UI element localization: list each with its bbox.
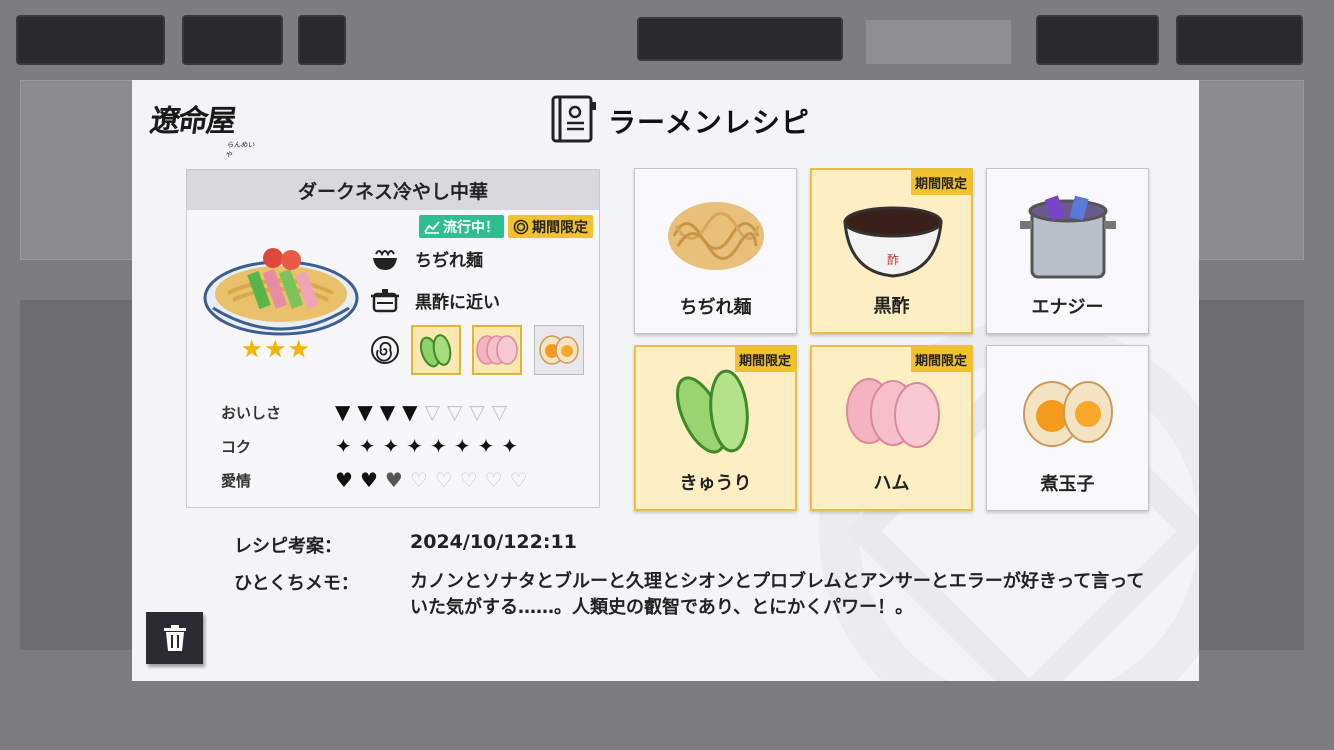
ingredient-name: ハム — [873, 473, 910, 494]
soup-pot-icon — [369, 284, 401, 316]
heart-icon: ♡ — [459, 468, 478, 492]
ramen-bowl-image — [203, 238, 359, 348]
noodle-bowl-icon — [369, 242, 401, 274]
stat-label-richness: コク — [221, 438, 252, 456]
stat-label-love: 愛情 — [221, 472, 252, 490]
heart-icon: ♡ — [434, 468, 453, 492]
sparkle-icon: ✦ — [358, 434, 376, 458]
memo-text: カノンとソナタとブルーと久理とシオンとプロブレムとアンサーとエラーが好きって言っ… — [410, 571, 1145, 618]
sparkle-icon: ✦ — [335, 434, 352, 458]
background-button — [1176, 15, 1303, 65]
ingredient-card[interactable]: ちぢれ麺 — [634, 168, 797, 334]
topping-ham — [472, 325, 522, 375]
bowl-icon: ▽ — [469, 400, 485, 424]
trend-chart-icon — [424, 220, 440, 234]
background-button — [16, 15, 165, 65]
bowl-icon: ▽ — [446, 400, 463, 424]
stat-richness-meter: ✦ ✦ ✦ ✦ ✦ ✦ ✦ ✦ — [335, 435, 518, 457]
stat-label-taste: おいしさ — [221, 404, 282, 422]
background-button — [298, 15, 346, 65]
star-icon: ★ — [288, 335, 310, 363]
shop-logo: 遼命屋 らんめいや — [147, 104, 256, 159]
recipe-modal: 遼命屋 らんめいや ラーメンレシピ ダークネス冷やし中華 流行中！ 期間限定 ★… — [132, 80, 1199, 681]
bowl-icon: ▼ — [402, 400, 418, 424]
topping-cucumber — [411, 325, 461, 375]
sparkle-icon: ✦ — [382, 434, 400, 458]
background-button — [1036, 15, 1159, 65]
background-panel — [866, 20, 1011, 64]
ingredient-card[interactable]: 煮玉子 — [986, 345, 1149, 511]
bowl-icon: ▼ — [335, 400, 351, 424]
stat-love-meter: ♥ ♥ ♥ ♡ ♡ ♡ ♡ ♡ — [335, 469, 528, 491]
egg-icon — [1018, 368, 1118, 458]
bowl-icon: ▽ — [491, 400, 508, 424]
ingredient-card[interactable]: 期間限定酢黒酢 — [810, 168, 973, 334]
ingredient-card[interactable]: 期間限定 ハム — [810, 345, 973, 511]
bowl-icon: ▼ — [379, 400, 396, 424]
naruto-icon — [369, 334, 401, 366]
ingredient-name: 黒酢 — [873, 296, 910, 317]
topping-row — [369, 334, 401, 366]
ingredient-name: エナジー — [1031, 297, 1104, 318]
limited-seal-icon — [513, 219, 529, 234]
topping-egg — [534, 325, 584, 375]
recipe-name: ダークネス冷やし中華 — [187, 170, 599, 210]
background-button — [182, 15, 283, 65]
svg-text:酢: 酢 — [887, 252, 899, 267]
cucumber-icon — [667, 369, 767, 459]
soup-row: 黒酢に近い — [369, 284, 500, 316]
heart-icon: ♡ — [409, 468, 428, 492]
recipe-badges: 流行中！ 期間限定 — [419, 215, 593, 238]
bowl-icon: ▼ — [357, 400, 373, 424]
ingredient-name: 煮玉子 — [1040, 474, 1095, 495]
sparkle-icon: ✦ — [501, 434, 519, 458]
noodles-icon — [666, 191, 766, 281]
date-value: 2024/10/122:11 — [410, 531, 577, 553]
modal-title: ラーメンレシピ — [608, 106, 810, 139]
recipe-panel: ダークネス冷やし中華 流行中！ 期間限定 ★ ★ ★ ちぢれ麺 黒酢に近い おい… — [186, 169, 600, 508]
ingredient-name: ちぢれ麺 — [679, 297, 752, 318]
ingredient-card[interactable]: エナジー — [986, 168, 1149, 334]
date-label: レシピ考案： — [234, 536, 342, 557]
bowl-icon: ▽ — [424, 400, 440, 424]
background-button — [637, 17, 843, 61]
stat-taste-meter: ▼ ▼ ▼ ▼ ▽ ▽ ▽ ▽ — [335, 401, 507, 423]
energy-pot-icon — [1018, 191, 1118, 281]
sparkle-icon: ✦ — [453, 434, 471, 458]
sparkle-icon: ✦ — [477, 434, 495, 458]
trending-badge: 流行中！ — [419, 215, 504, 238]
noodle-type: ちぢれ麺 — [415, 250, 483, 271]
heart-icon: ♥ — [384, 468, 403, 492]
heart-icon: ♡ — [484, 468, 503, 492]
ingredient-name: きゅうり — [679, 473, 752, 494]
heart-icon: ♥ — [335, 468, 353, 492]
star-icon: ★ — [264, 335, 287, 363]
soup-type: 黒酢に近い — [415, 292, 500, 313]
memo-label: ひとくちメモ： — [234, 573, 359, 594]
limited-badge: 期間限定 — [508, 215, 593, 238]
modal-header: ラーメンレシピ — [550, 94, 810, 148]
ingredient-card[interactable]: 期間限定 きゅうり — [634, 345, 797, 511]
trash-icon — [163, 625, 186, 651]
star-rating: ★ ★ ★ — [241, 335, 310, 363]
star-icon: ★ — [241, 335, 263, 363]
heart-icon: ♥ — [359, 468, 378, 492]
delete-button[interactable] — [146, 612, 203, 664]
sparkle-icon: ✦ — [430, 434, 447, 458]
sparkle-icon: ✦ — [406, 434, 424, 458]
egg-icon — [539, 335, 579, 365]
vinegar-bowl-icon: 酢 — [843, 192, 943, 282]
recipe-book-icon — [550, 94, 598, 148]
cucumber-icon — [419, 334, 452, 368]
ham-icon — [843, 369, 943, 459]
ham-icon — [476, 335, 518, 365]
heart-icon: ♡ — [509, 468, 528, 492]
noodle-row: ちぢれ麺 — [369, 242, 483, 274]
